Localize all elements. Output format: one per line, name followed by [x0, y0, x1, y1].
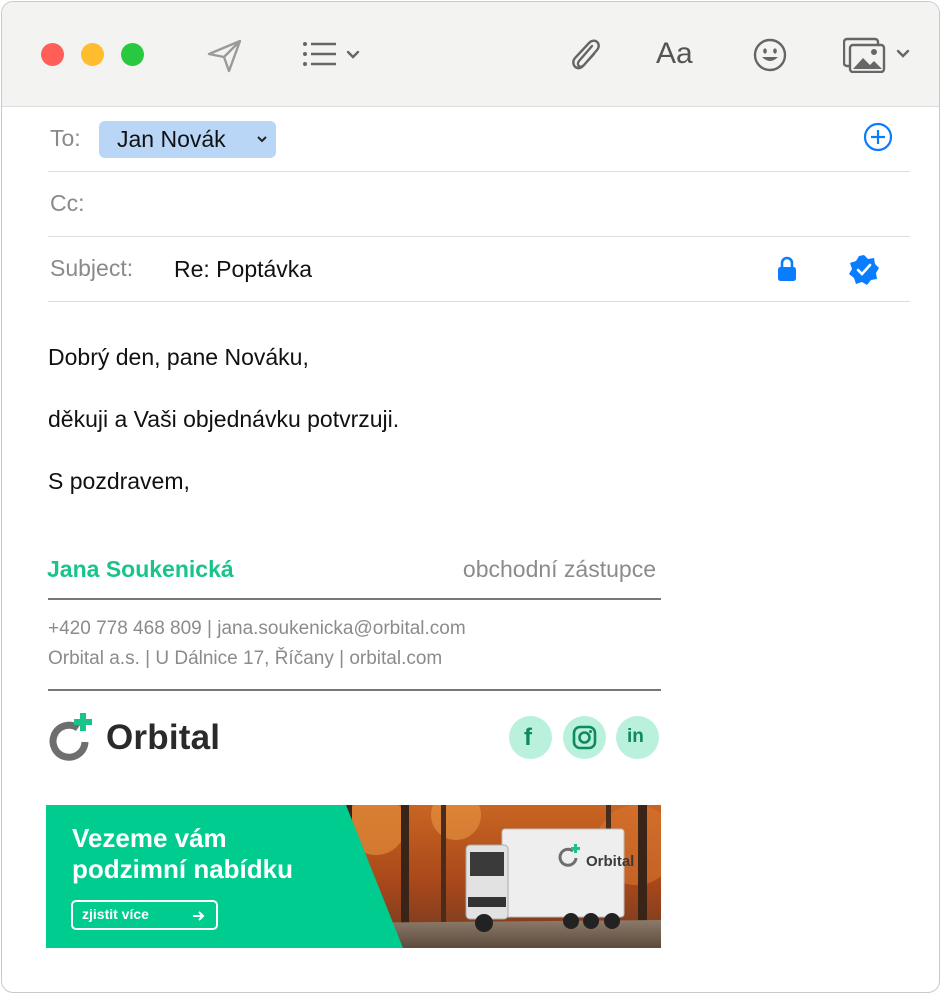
emoji-icon[interactable]: [752, 37, 788, 73]
to-label: To:: [50, 125, 81, 151]
subject-label: Subject:: [50, 255, 134, 281]
company-logo-text: Orbital: [106, 718, 221, 757]
close-window-button[interactable]: [41, 43, 64, 66]
encrypt-lock-icon[interactable]: [777, 256, 797, 282]
list-format-button[interactable]: [301, 40, 365, 70]
signature-divider-bottom: [48, 689, 661, 691]
body-text[interactable]: děkuji a Vaši objednávku potvrzuji.: [48, 406, 399, 433]
promo-banner[interactable]: Orbital Vezeme vám podzimní nabídku zjis…: [46, 805, 661, 948]
orbital-logo-icon: [49, 713, 92, 761]
linkedin-icon: in: [627, 726, 644, 747]
list-format-icon: [303, 42, 360, 66]
linkedin-link[interactable]: in: [616, 716, 659, 759]
signature-role: obchodní zástupce: [462, 556, 656, 582]
learn-more-label: zjistit více: [82, 906, 149, 922]
cc-row[interactable]: Cc:: [48, 172, 910, 237]
banner-title-line1: Vezeme vám: [72, 823, 227, 853]
closing-text[interactable]: S pozdravem,: [48, 468, 190, 495]
send-icon[interactable]: [206, 38, 244, 74]
toolbar: Aa: [2, 2, 939, 107]
signed-badge-icon[interactable]: [848, 254, 880, 286]
signature-contact[interactable]: +420 778 468 809 | jana.soukenicka@orbit…: [48, 618, 466, 640]
cc-label: Cc:: [50, 190, 85, 216]
learn-more-button[interactable]: zjistit více: [71, 900, 218, 930]
subject-row[interactable]: Subject: Re: Poptávka: [48, 237, 910, 302]
banner-title-line2: podzimní nabídku: [72, 854, 293, 884]
photo-browser-button[interactable]: [842, 37, 913, 74]
subject-field[interactable]: Re: Poptávka: [174, 256, 312, 283]
to-row: To: Jan Novák: [48, 107, 910, 172]
truck-logo-text: Orbital: [586, 853, 635, 870]
recipient-chip[interactable]: Jan Novák: [99, 121, 276, 158]
attachment-icon[interactable]: [568, 36, 602, 74]
recipient-name: Jan Novák: [117, 126, 226, 152]
signature-divider-top: [48, 598, 661, 600]
font-format-icon[interactable]: Aa: [656, 37, 693, 71]
signature-address[interactable]: Orbital a.s. | U Dálnice 17, Říčany | or…: [48, 648, 442, 670]
signature-name: Jana Soukenická: [47, 556, 234, 582]
zoom-window-button[interactable]: [121, 43, 144, 66]
minimize-window-button[interactable]: [81, 43, 104, 66]
instagram-link[interactable]: [563, 716, 606, 759]
chevron-down-icon: [257, 136, 267, 143]
arrow-right-icon: [193, 911, 205, 921]
compose-window: Aa To: Jan Novák Cc: Subject: Re: Poptáv…: [1, 1, 940, 993]
facebook-link[interactable]: f: [509, 716, 552, 759]
add-recipient-button[interactable]: [862, 121, 894, 153]
greeting-text[interactable]: Dobrý den, pane Nováku,: [48, 344, 309, 371]
instagram-icon: [572, 725, 597, 750]
facebook-icon: f: [524, 724, 532, 751]
photo-browser-icon: [842, 37, 910, 74]
